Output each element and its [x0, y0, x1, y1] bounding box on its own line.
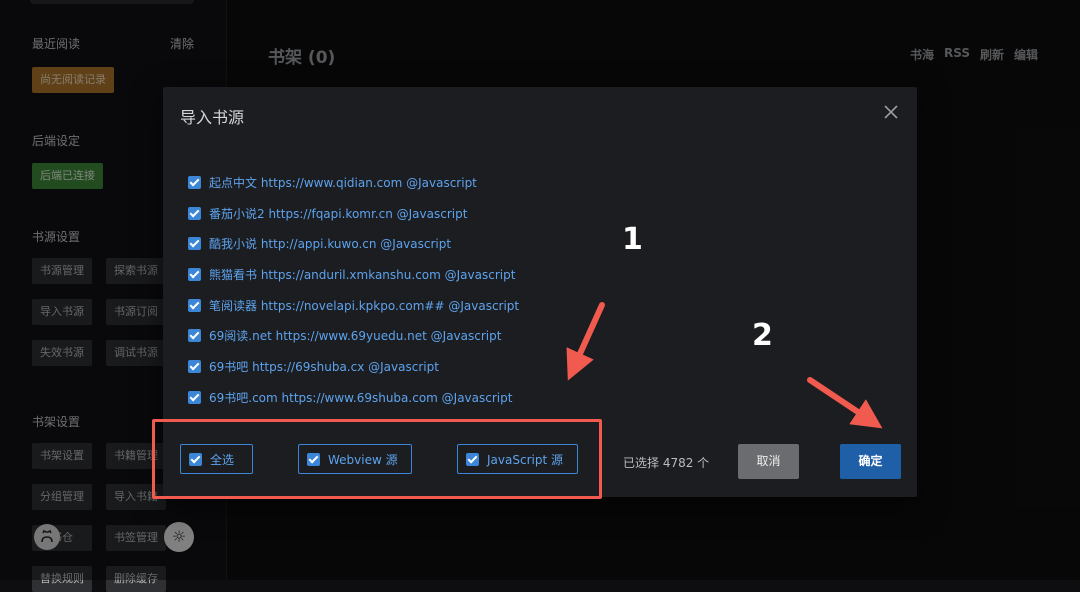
annotation-arrows: [566, 302, 883, 429]
annotation-arrow-1: [566, 302, 605, 381]
annotation-arrow-2: [807, 377, 883, 429]
